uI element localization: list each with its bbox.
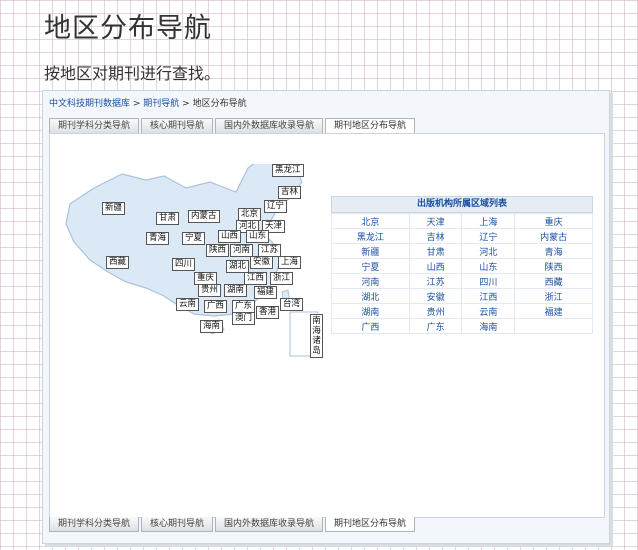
region-link[interactable]: 山西 [408, 258, 463, 274]
tab-bar-top: 期刊学科分类导航 核心期刊导航 国内外数据库收录导航 期刊地区分布导航 [49, 118, 416, 133]
province-ningxia[interactable]: 宁夏 [182, 232, 206, 245]
region-link[interactable]: 山东 [461, 258, 516, 274]
region-link[interactable]: 广东 [408, 318, 463, 334]
region-link[interactable]: 广西 [331, 318, 410, 334]
province-hunan[interactable]: 湖南 [224, 284, 248, 297]
tab-database-indexing-navigation[interactable]: 国内外数据库收录导航 [215, 517, 324, 532]
region-link[interactable]: 浙江 [514, 288, 593, 304]
china-map: 黑龙江 吉林 新疆 甘肃 内蒙古 北京 辽宁 河北 天津 青海 宁夏 山西 山东… [64, 164, 336, 374]
region-link[interactable]: 甘肃 [408, 243, 463, 259]
province-anhui[interactable]: 安徽 [250, 256, 274, 269]
breadcrumb-home-link[interactable]: 中文科技期刊数据库 [49, 99, 130, 109]
region-link[interactable]: 陕西 [514, 258, 593, 274]
province-shanxi[interactable]: 山西 [218, 230, 242, 243]
province-taiwan[interactable]: 台湾 [280, 298, 304, 311]
tab-content: 黑龙江 吉林 新疆 甘肃 内蒙古 北京 辽宁 河北 天津 青海 宁夏 山西 山东… [49, 133, 605, 518]
region-link[interactable]: 吉林 [408, 228, 463, 244]
province-aomen[interactable]: 澳门 [232, 312, 256, 325]
region-link[interactable]: 内蒙古 [514, 228, 593, 244]
publisher-region-table: 北京 天津 上海 重庆 黑龙江 吉林 辽宁 内蒙古 新疆 甘肃 河北 青海 宁夏… [331, 213, 593, 334]
region-link[interactable]: 西藏 [514, 273, 593, 289]
region-link[interactable]: 湖北 [331, 288, 410, 304]
province-yunnan[interactable]: 云南 [176, 298, 200, 311]
region-link[interactable]: 北京 [331, 213, 410, 229]
navigation-panel: 中文科技期刊数据库 > 期刊导航 > 地区分布导航 期刊学科分类导航 核心期刊导… [42, 90, 610, 544]
tab-core-journal-navigation[interactable]: 核心期刊导航 [141, 118, 214, 133]
tab-core-journal-navigation[interactable]: 核心期刊导航 [141, 517, 214, 532]
table-row: 河南 江苏 四川 西藏 [331, 273, 593, 289]
province-gansu[interactable]: 甘肃 [156, 212, 180, 225]
region-link[interactable]: 江苏 [408, 273, 463, 289]
province-shanghai[interactable]: 上海 [278, 256, 302, 269]
tab-region-navigation[interactable]: 期刊地区分布导航 [325, 118, 416, 133]
page-subtitle: 按地区对期刊进行查找。 [44, 64, 221, 83]
province-jilin[interactable]: 吉林 [278, 186, 302, 199]
province-xizang[interactable]: 西藏 [106, 256, 130, 269]
page-title: 地区分布导航 [44, 13, 212, 44]
province-xianggang[interactable]: 香港 [256, 306, 280, 319]
region-link[interactable]: 江西 [461, 288, 516, 304]
region-link[interactable]: 宁夏 [331, 258, 410, 274]
province-nanhai[interactable]: 南海诸岛 [310, 314, 323, 358]
region-link[interactable]: 重庆 [514, 213, 593, 229]
region-link[interactable]: 湖南 [331, 303, 410, 319]
region-link[interactable]: 青海 [514, 243, 593, 259]
publisher-region-title: 出版机构所属区域列表 [331, 196, 593, 213]
region-link[interactable]: 四川 [461, 273, 516, 289]
table-row: 广西 广东 海南 [331, 318, 593, 334]
region-link[interactable]: 云南 [461, 303, 516, 319]
province-guizhou[interactable]: 贵州 [198, 284, 222, 297]
table-row: 湖北 安徽 江西 浙江 [331, 288, 593, 304]
table-row: 新疆 甘肃 河北 青海 [331, 243, 593, 259]
tab-region-navigation[interactable]: 期刊地区分布导航 [325, 517, 416, 532]
province-qinghai[interactable]: 青海 [146, 232, 170, 245]
province-zhejiang[interactable]: 浙江 [270, 272, 294, 285]
province-liaoning[interactable]: 辽宁 [264, 200, 288, 213]
table-row: 北京 天津 上海 重庆 [331, 213, 593, 229]
province-sichuan[interactable]: 四川 [172, 258, 196, 271]
tab-bar-bottom: 期刊学科分类导航 核心期刊导航 国内外数据库收录导航 期刊地区分布导航 [49, 517, 416, 532]
region-link[interactable]: 上海 [461, 213, 516, 229]
province-shaanxi[interactable]: 陕西 [206, 244, 230, 257]
tab-subject-navigation[interactable]: 期刊学科分类导航 [49, 517, 140, 532]
tab-subject-navigation[interactable]: 期刊学科分类导航 [49, 118, 140, 133]
breadcrumb: 中文科技期刊数据库 > 期刊导航 > 地区分布导航 [49, 96, 247, 109]
table-row: 黑龙江 吉林 辽宁 内蒙古 [331, 228, 593, 244]
province-xinjiang[interactable]: 新疆 [102, 202, 126, 215]
region-link[interactable]: 河南 [331, 273, 410, 289]
region-link[interactable]: 福建 [514, 303, 593, 319]
region-link[interactable]: 贵州 [408, 303, 463, 319]
region-link[interactable]: 新疆 [331, 243, 410, 259]
breadcrumb-separator: > [130, 99, 144, 109]
tab-database-indexing-navigation[interactable]: 国内外数据库收录导航 [215, 118, 324, 133]
table-row: 湖南 贵州 云南 福建 [331, 303, 593, 319]
province-jiangxi[interactable]: 江西 [244, 272, 268, 285]
province-fujian[interactable]: 福建 [254, 286, 278, 299]
region-link[interactable]: 安徽 [408, 288, 463, 304]
region-link[interactable]: 海南 [461, 318, 516, 334]
region-link[interactable]: 辽宁 [461, 228, 516, 244]
province-neimenggu[interactable]: 内蒙古 [188, 210, 220, 223]
province-guangxi[interactable]: 广西 [204, 300, 228, 313]
empty-cell [514, 318, 593, 334]
publisher-region-panel: 出版机构所属区域列表 北京 天津 上海 重庆 黑龙江 吉林 辽宁 内蒙古 新疆 … [331, 196, 593, 334]
province-shandong[interactable]: 山东 [246, 230, 270, 243]
province-hainan[interactable]: 海南 [200, 320, 224, 333]
region-link[interactable]: 天津 [408, 213, 463, 229]
region-link[interactable]: 河北 [461, 243, 516, 259]
breadcrumb-nav-link[interactable]: 期刊导航 [143, 99, 179, 109]
province-heilongjiang[interactable]: 黑龙江 [272, 164, 304, 177]
breadcrumb-separator: > [179, 99, 193, 109]
region-link[interactable]: 黑龙江 [331, 228, 410, 244]
breadcrumb-current: 地区分布导航 [192, 99, 247, 109]
table-row: 宁夏 山西 山东 陕西 [331, 258, 593, 274]
